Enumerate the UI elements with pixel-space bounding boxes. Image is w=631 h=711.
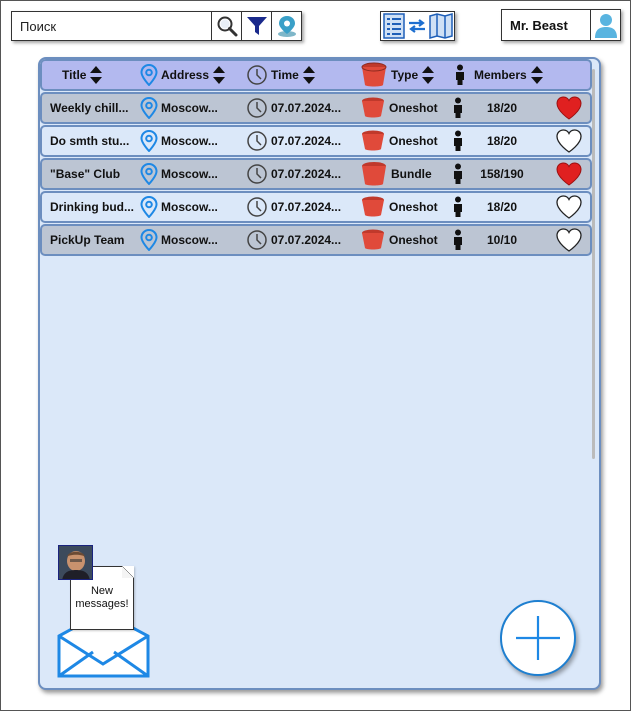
sort-icon[interactable] bbox=[89, 65, 103, 85]
heart-filled-icon bbox=[556, 96, 582, 120]
event-row[interactable]: Weekly chill... Moscow... 07.07.2024... … bbox=[40, 92, 592, 124]
heart-filled-icon bbox=[556, 162, 582, 186]
event-members: 158/190 bbox=[480, 167, 524, 181]
new-messages-line2: messages! bbox=[75, 598, 129, 610]
clock-icon bbox=[247, 197, 267, 217]
bucket-icon bbox=[362, 196, 384, 217]
scrollbar[interactable] bbox=[592, 69, 595, 459]
event-title: Weekly chill... bbox=[50, 101, 129, 115]
heart-outline-icon bbox=[556, 195, 582, 219]
event-title: Drinking bud... bbox=[50, 200, 134, 214]
filter-button[interactable] bbox=[241, 12, 271, 40]
page-fold bbox=[122, 566, 134, 578]
event-address: Moscow... bbox=[161, 101, 218, 115]
swap-arrows-icon[interactable] bbox=[407, 16, 427, 36]
map-pin-icon bbox=[140, 229, 158, 251]
heart-outline-icon bbox=[556, 129, 582, 153]
event-row[interactable]: PickUp Team Moscow... 07.07.2024... Ones… bbox=[40, 224, 592, 256]
sort-icon[interactable] bbox=[302, 65, 316, 85]
event-title: PickUp Team bbox=[50, 233, 125, 247]
search-bar bbox=[11, 11, 302, 41]
search-input[interactable] bbox=[12, 12, 211, 40]
person-icon bbox=[456, 64, 464, 85]
event-type: Oneshot bbox=[389, 233, 438, 247]
header-address: Address bbox=[161, 68, 210, 82]
user-avatar-icon bbox=[594, 14, 617, 38]
sort-icon[interactable] bbox=[421, 65, 435, 85]
person-icon bbox=[454, 97, 462, 118]
event-members: 10/10 bbox=[486, 233, 518, 247]
clock-icon bbox=[247, 230, 267, 250]
event-row[interactable]: Drinking bud... Moscow... 07.07.2024... … bbox=[40, 191, 592, 223]
favorite-toggle[interactable] bbox=[552, 226, 586, 254]
event-row[interactable]: "Base" Club Moscow... 07.07.2024... Bund… bbox=[40, 158, 592, 190]
event-title: Do smth stu... bbox=[50, 134, 130, 148]
event-time: 07.07.2024... bbox=[271, 233, 342, 247]
bucket-icon bbox=[362, 97, 384, 118]
user-name: Mr. Beast bbox=[510, 17, 568, 33]
header-title: Title bbox=[62, 68, 87, 82]
plus-icon bbox=[516, 616, 560, 660]
header-time: Time bbox=[271, 68, 299, 82]
person-icon bbox=[454, 130, 462, 151]
event-row[interactable]: Do smth stu... Moscow... 07.07.2024... O… bbox=[40, 125, 592, 157]
map-pin-icon bbox=[140, 163, 158, 185]
favorite-toggle[interactable] bbox=[552, 94, 586, 122]
event-address: Moscow... bbox=[161, 134, 218, 148]
user-avatar[interactable] bbox=[590, 10, 620, 40]
event-type: Oneshot bbox=[389, 134, 438, 148]
bucket-icon bbox=[362, 162, 386, 186]
clock-icon bbox=[247, 98, 267, 118]
clock-icon bbox=[247, 164, 267, 184]
filter-icon bbox=[246, 17, 267, 35]
sort-icon[interactable] bbox=[212, 65, 226, 85]
person-icon bbox=[454, 229, 462, 250]
map-view-icon[interactable] bbox=[428, 13, 453, 39]
map-pin-icon bbox=[140, 130, 158, 152]
clock-icon bbox=[247, 131, 267, 151]
table-header: Title Address Time Type Members bbox=[40, 59, 592, 91]
favorite-toggle[interactable] bbox=[552, 127, 586, 155]
location-pin-icon bbox=[277, 16, 296, 37]
favorite-toggle[interactable] bbox=[552, 193, 586, 221]
map-pin-icon bbox=[140, 196, 158, 218]
event-title: "Base" Club bbox=[50, 167, 121, 181]
location-filter-button[interactable] bbox=[271, 12, 301, 40]
event-type: Bundle bbox=[391, 167, 432, 181]
header-members: Members bbox=[474, 68, 527, 82]
person-icon bbox=[454, 163, 462, 184]
sort-icon[interactable] bbox=[530, 65, 544, 85]
search-button[interactable] bbox=[211, 12, 241, 40]
clock-icon bbox=[247, 65, 267, 85]
event-address: Moscow... bbox=[161, 233, 218, 247]
view-switcher bbox=[380, 11, 455, 41]
sender-avatar[interactable] bbox=[58, 545, 93, 580]
event-time: 07.07.2024... bbox=[271, 134, 342, 148]
map-pin-icon bbox=[140, 64, 158, 86]
event-address: Moscow... bbox=[161, 200, 218, 214]
event-members: 18/20 bbox=[486, 200, 518, 214]
map-pin-icon bbox=[140, 97, 158, 119]
person-icon bbox=[454, 196, 462, 217]
event-time: 07.07.2024... bbox=[271, 101, 342, 115]
bucket-icon bbox=[362, 130, 384, 151]
event-time: 07.07.2024... bbox=[271, 167, 342, 181]
event-address: Moscow... bbox=[161, 167, 218, 181]
favorite-toggle[interactable] bbox=[552, 160, 586, 188]
event-members: 18/20 bbox=[486, 134, 518, 148]
search-icon bbox=[217, 16, 237, 37]
event-members: 18/20 bbox=[486, 101, 518, 115]
heart-outline-icon bbox=[556, 228, 582, 252]
event-time: 07.07.2024... bbox=[271, 200, 342, 214]
new-messages-line1: New bbox=[90, 585, 113, 597]
list-view-icon[interactable] bbox=[382, 13, 405, 39]
sender-photo-icon bbox=[59, 546, 92, 579]
bucket-icon bbox=[361, 62, 387, 87]
event-type: Oneshot bbox=[389, 200, 438, 214]
bucket-icon bbox=[362, 229, 384, 250]
user-profile[interactable]: Mr. Beast bbox=[501, 9, 621, 41]
event-type: Oneshot bbox=[389, 101, 438, 115]
header-type: Type bbox=[391, 68, 419, 82]
add-event-button[interactable] bbox=[500, 600, 576, 676]
